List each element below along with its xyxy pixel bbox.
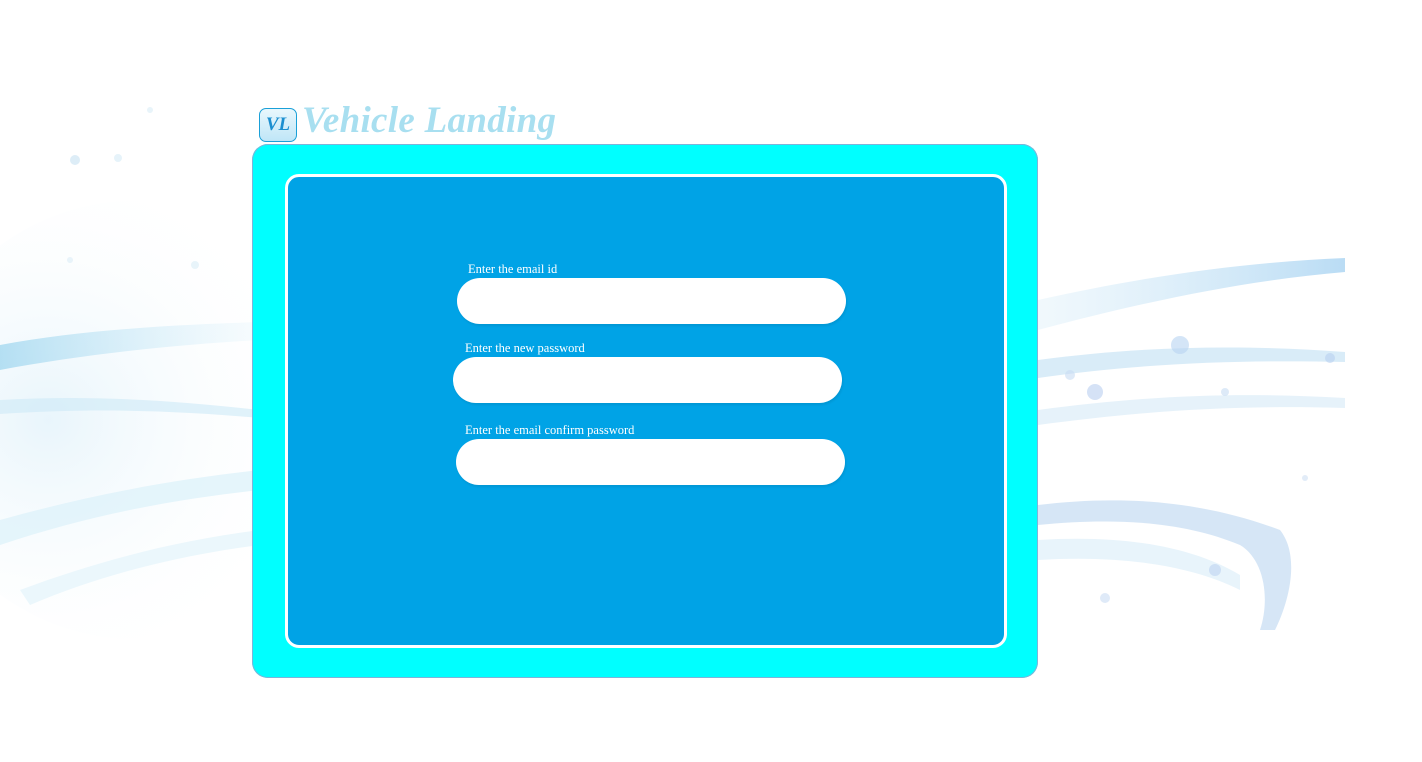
app-logo: VL Vehicle Landing <box>259 98 556 144</box>
email-field[interactable] <box>457 278 846 324</box>
form-panel <box>285 174 1007 648</box>
confirm-password-field-label: Enter the email confirm password <box>465 423 635 437</box>
logo-badge-icon: VL <box>259 108 297 142</box>
confirm-password-field[interactable] <box>456 439 845 485</box>
email-field-label: Enter the email id <box>468 262 558 276</box>
new-password-field[interactable] <box>453 357 842 403</box>
logo-title: Vehicle Landing <box>302 100 557 141</box>
reset-password-page: VL Vehicle Landing Enter the email id En… <box>0 0 1422 762</box>
new-password-field-label: Enter the new password <box>465 341 585 355</box>
